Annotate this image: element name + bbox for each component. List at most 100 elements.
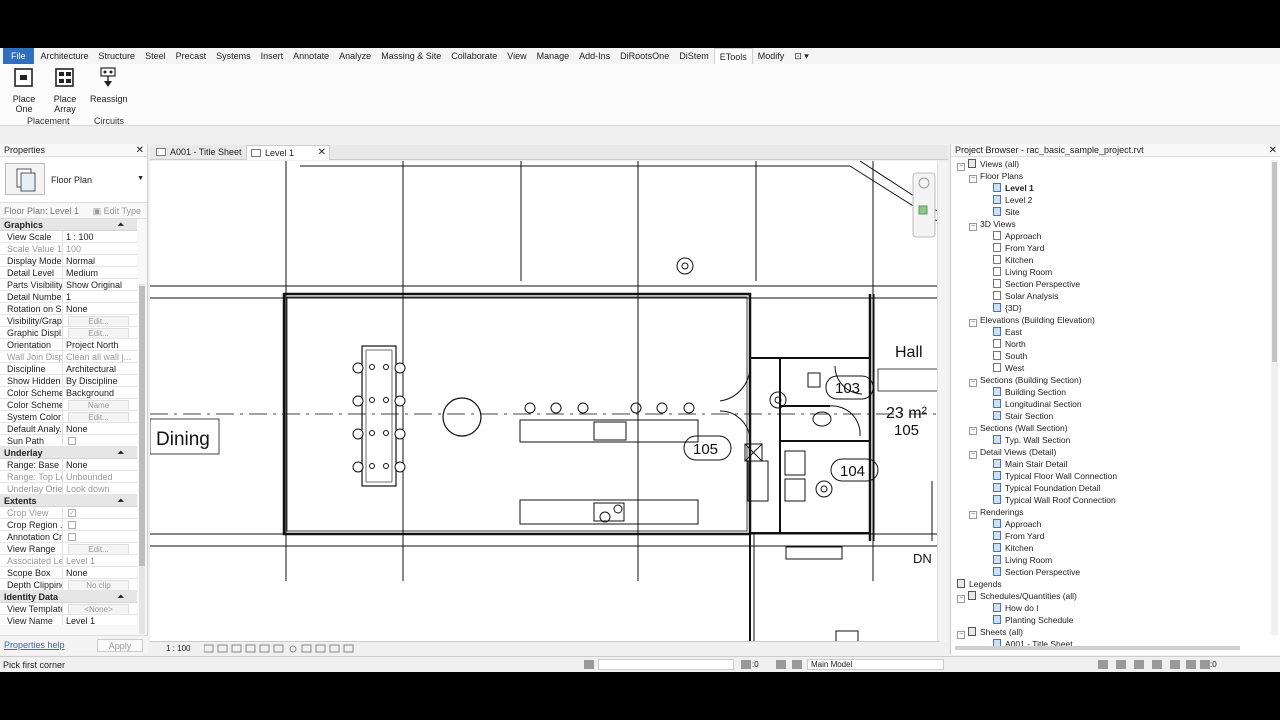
close-icon[interactable]: ✕ bbox=[318, 146, 326, 160]
property-checkbox[interactable] bbox=[68, 521, 76, 529]
property-row[interactable]: Scale Value 1: 100 bbox=[0, 243, 137, 255]
apply-button[interactable]: Apply bbox=[97, 639, 143, 652]
property-value[interactable]: Edit... bbox=[63, 411, 133, 422]
property-value[interactable]: Edit... bbox=[63, 543, 133, 554]
property-row[interactable]: Sun Path bbox=[0, 435, 137, 447]
instance-filter[interactable]: Floor Plan: Level 1 ▣ Edit Type bbox=[0, 203, 147, 219]
property-row[interactable]: Color Scheme Name bbox=[0, 399, 137, 411]
expand-toggle-icon[interactable]: − bbox=[957, 595, 965, 603]
browser-node[interactable]: East bbox=[993, 326, 1022, 338]
browser-node[interactable]: Typical Wall Roof Connection bbox=[993, 494, 1116, 506]
property-value[interactable]: 1 bbox=[63, 291, 133, 302]
expand-toggle-icon[interactable]: − bbox=[957, 631, 965, 639]
browser-node[interactable]: Living Room bbox=[993, 266, 1052, 278]
property-row[interactable]: Show Hidden ...By Discipline bbox=[0, 375, 137, 387]
ribbon-tab-add-ins[interactable]: Add-Ins bbox=[574, 48, 615, 64]
select-pinned-icon[interactable] bbox=[1152, 660, 1162, 669]
property-value[interactable]: Clean all wall j... bbox=[63, 351, 133, 362]
design-options-icon[interactable] bbox=[776, 660, 786, 669]
property-row[interactable]: View Name Level 1 bbox=[0, 615, 137, 625]
ribbon-tab-file[interactable]: File bbox=[3, 48, 34, 64]
ribbon-tab-systems[interactable]: Systems bbox=[211, 48, 256, 64]
ribbon-tab-massing-site[interactable]: Massing & Site bbox=[376, 48, 446, 64]
chevron-down-icon[interactable]: ▼ bbox=[137, 175, 144, 182]
property-row[interactable]: Rotation on S... None bbox=[0, 303, 137, 315]
property-value[interactable]: 1 : 100 bbox=[63, 231, 133, 242]
scrollbar-thumb[interactable] bbox=[139, 286, 145, 566]
browser-node[interactable]: − Sheets (all) bbox=[957, 626, 1023, 639]
expand-toggle-icon[interactable]: − bbox=[969, 427, 977, 435]
property-value[interactable]: Level 1 bbox=[63, 615, 133, 625]
property-value[interactable]: Normal bbox=[63, 255, 133, 266]
ribbon-tab-structure[interactable]: Structure bbox=[94, 48, 141, 64]
property-row[interactable]: Underlay Orie...Look down bbox=[0, 483, 137, 495]
property-value[interactable]: Architectural bbox=[63, 363, 133, 374]
property-value[interactable]: Look down bbox=[63, 483, 133, 494]
property-value[interactable]: None bbox=[63, 567, 133, 578]
browser-node[interactable]: − Sections (Wall Section) bbox=[969, 422, 1068, 435]
property-row[interactable]: Visibility/Grap... Edit... bbox=[0, 315, 137, 327]
property-value[interactable] bbox=[63, 519, 133, 530]
ribbon-tab-view[interactable]: View bbox=[502, 48, 531, 64]
property-row[interactable]: Associated Le...Level 1 bbox=[0, 555, 137, 567]
property-row[interactable]: Detail Level Medium bbox=[0, 267, 137, 279]
browser-node[interactable]: Legends bbox=[957, 578, 1002, 590]
reassign-button[interactable]: Reassign bbox=[90, 67, 128, 104]
tab-level-1[interactable]: Level 1 ✕ bbox=[246, 145, 330, 160]
ribbon-tab-dirootsone[interactable]: DiRootsOne bbox=[615, 48, 674, 64]
browser-scrollbar[interactable] bbox=[1271, 160, 1278, 635]
properties-scrollbar[interactable] bbox=[139, 284, 145, 634]
property-value[interactable]: Background bbox=[63, 387, 133, 398]
browser-node[interactable]: From Yard bbox=[993, 242, 1044, 254]
expand-toggle-icon[interactable]: − bbox=[969, 451, 977, 459]
drawing-canvas[interactable]: Dining Hall 23 m² DN 103 105 105 104 bbox=[150, 161, 937, 641]
property-row[interactable]: Scope Box None bbox=[0, 567, 137, 579]
property-row[interactable]: Crop Region ... bbox=[0, 519, 137, 531]
browser-node[interactable]: Main Stair Detail bbox=[993, 458, 1067, 470]
view-scale[interactable]: 1 : 100 bbox=[166, 644, 190, 653]
browser-node[interactable]: Level 1 bbox=[993, 182, 1034, 194]
browser-node[interactable]: From Yard bbox=[993, 530, 1044, 542]
property-button[interactable]: Edit... bbox=[68, 316, 129, 326]
browser-node[interactable]: Kitchen bbox=[993, 254, 1033, 266]
property-value[interactable]: Edit... bbox=[63, 315, 133, 326]
browser-horizontal-scrollbar[interactable] bbox=[955, 646, 1240, 650]
navigation-bar[interactable] bbox=[912, 172, 936, 238]
browser-node[interactable]: Living Room bbox=[993, 554, 1052, 566]
browser-node[interactable]: Stair Section bbox=[993, 410, 1053, 422]
ribbon-tab-collaborate[interactable]: Collaborate bbox=[446, 48, 502, 64]
group-extents[interactable]: Extents ⏶ bbox=[0, 495, 137, 507]
collapse-icon[interactable]: ⏶ bbox=[118, 447, 124, 459]
drag-elements-icon[interactable] bbox=[1186, 660, 1196, 669]
property-row[interactable]: Discipline Architectural bbox=[0, 363, 137, 375]
property-value[interactable]: By Discipline bbox=[63, 375, 133, 386]
browser-node[interactable]: − Views (all) bbox=[957, 158, 1019, 171]
type-selector[interactable]: Floor Plan ▼ bbox=[0, 157, 147, 203]
selection-filter-icon[interactable] bbox=[1098, 660, 1108, 669]
edit-type-button[interactable]: ▣ Edit Type bbox=[93, 203, 141, 219]
ribbon-tab-modify[interactable]: Modify bbox=[753, 48, 790, 64]
property-row[interactable]: Detail Number 1 bbox=[0, 291, 137, 303]
ribbon-tab-precast[interactable]: Precast bbox=[171, 48, 212, 64]
select-by-face-icon[interactable] bbox=[1170, 660, 1180, 669]
collapse-icon[interactable]: ⏶ bbox=[118, 495, 124, 507]
property-button[interactable]: No clip bbox=[68, 580, 129, 590]
browser-node[interactable]: How do I bbox=[993, 602, 1039, 614]
property-value[interactable]: Name bbox=[63, 399, 133, 410]
property-row[interactable]: Range: Base L...None bbox=[0, 459, 137, 471]
expand-toggle-icon[interactable]: − bbox=[969, 319, 977, 327]
browser-node[interactable]: South bbox=[993, 350, 1027, 362]
select-links-icon[interactable] bbox=[1116, 660, 1126, 669]
property-row[interactable]: Annotation Cr... bbox=[0, 531, 137, 543]
property-row[interactable]: View Scale 1 : 100 bbox=[0, 231, 137, 243]
property-button[interactable]: Edit... bbox=[68, 544, 129, 554]
design-options-icon-2[interactable] bbox=[792, 660, 802, 669]
expand-toggle-icon[interactable]: − bbox=[969, 379, 977, 387]
view-scrollbar[interactable] bbox=[937, 161, 948, 641]
expand-toggle-icon[interactable]: − bbox=[969, 223, 977, 231]
property-value[interactable]: None bbox=[63, 423, 133, 434]
ribbon-tab-manage[interactable]: Manage bbox=[532, 48, 575, 64]
ribbon-tab-etools[interactable]: ETools bbox=[713, 48, 753, 64]
close-icon[interactable]: ✕ bbox=[136, 144, 144, 157]
filter-icon[interactable] bbox=[1200, 660, 1210, 669]
